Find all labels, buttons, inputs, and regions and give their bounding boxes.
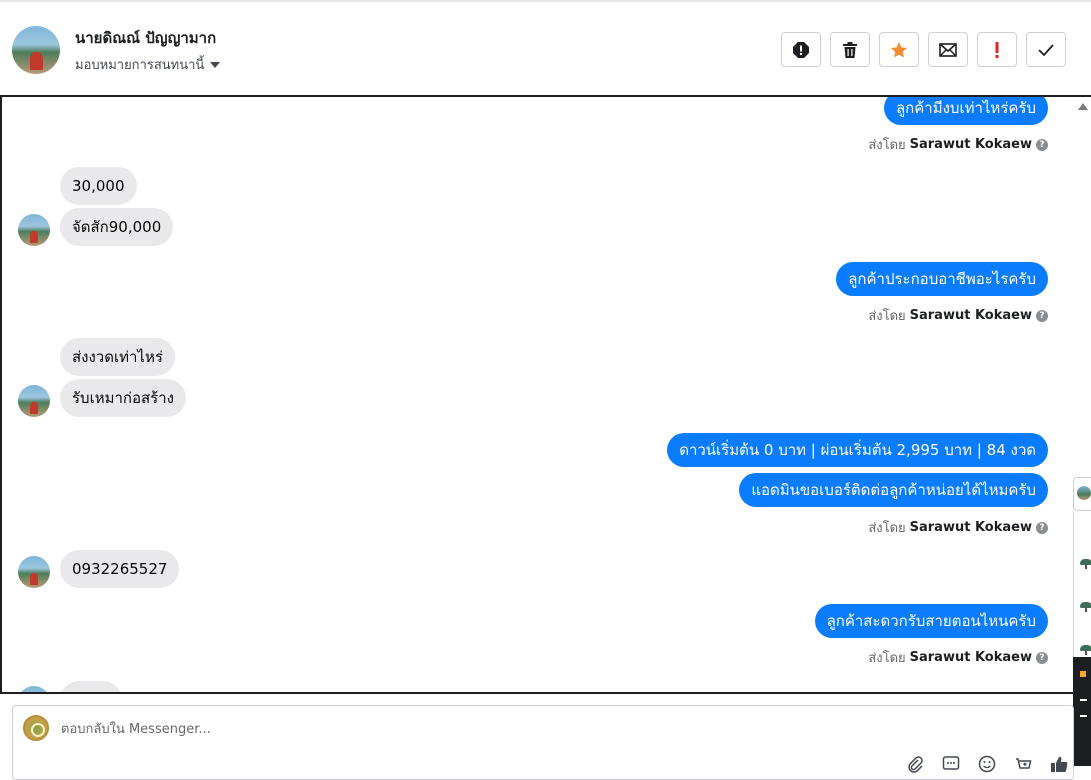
star-button[interactable] (879, 32, 919, 67)
follow-up-button[interactable] (977, 32, 1017, 67)
page-avatar (23, 715, 49, 741)
incoming-message: รับเหมาก่อสร้าง (60, 379, 186, 417)
sent-by-label: ส่งโดย Sarawut Kokaew ? (868, 305, 1048, 326)
incoming-message (60, 681, 122, 692)
scroll-up-arrow-icon[interactable] (1078, 103, 1088, 110)
outgoing-message: ลูกค้าประกอบอาชีพอะไรครับ (836, 262, 1048, 296)
envelope-icon (939, 42, 957, 57)
check-icon (1038, 43, 1054, 56)
side-dark-card[interactable] (1073, 657, 1091, 766)
like-button[interactable] (1049, 754, 1069, 774)
sent-by-label: ส่งโดย Sarawut Kokaew ? (868, 647, 1048, 668)
outgoing-message: แอดมินขอเบอร์ติดต่อลูกค้าหน่อยได้ไหมครับ (739, 473, 1048, 507)
outgoing-message: ลูกค้ามีงบเท่าไหร่ครับ (883, 97, 1048, 125)
tree-icon (1080, 645, 1091, 655)
assign-label: มอบหมายการสนทนานี้ (75, 58, 205, 73)
emoji-icon (978, 755, 996, 773)
incoming-message: 0932265527 (60, 550, 180, 588)
mark-spam-button[interactable] (781, 32, 821, 67)
reply-composer (12, 705, 1074, 780)
side-conversation-card[interactable] (1073, 477, 1091, 511)
incoming-message: 30,000 (60, 167, 137, 205)
outgoing-message: ลูกค้าสะดวกรับสายตอนไหนครับ (814, 604, 1048, 638)
customer-name[interactable]: นายดิณณ์ ปัญญามาก (75, 26, 216, 50)
notification-mark-icon (1080, 671, 1086, 677)
conversation-actions-toolbar (781, 32, 1066, 67)
conversation-header: นายดิณณ์ ปัญญามาก มอบหมายการสนทนานี้ (0, 2, 1091, 95)
composer-tools (905, 754, 1069, 774)
customer-avatar-mini (1077, 486, 1091, 500)
delete-button[interactable] (830, 32, 870, 67)
exclamation-icon (995, 41, 999, 58)
alert-circle-icon (793, 41, 809, 58)
sent-by-label: ส่งโดย Sarawut Kokaew ? (868, 134, 1048, 155)
customer-avatar-small[interactable] (18, 686, 50, 692)
add-product-button[interactable] (1013, 754, 1033, 774)
tree-icon (1080, 559, 1091, 569)
help-icon[interactable]: ? (1036, 651, 1048, 664)
outgoing-message: ดาวน์เริ่มต้น 0 บาท | ผ่อนเริ่มต้น 2,995… (667, 433, 1048, 467)
mark-unread-button[interactable] (928, 32, 968, 67)
saved-reply-button[interactable] (941, 754, 961, 774)
tree-icon (1080, 602, 1091, 612)
add-product-icon (1016, 758, 1032, 769)
customer-avatar-small[interactable] (18, 556, 50, 588)
saved-reply-icon (942, 756, 960, 770)
caret-down-icon (210, 61, 221, 68)
mark-done-button[interactable] (1026, 32, 1066, 67)
sent-by-label: ส่งโดย Sarawut Kokaew ? (868, 517, 1048, 538)
agent-name: Sarawut Kokaew (909, 520, 1032, 535)
agent-name: Sarawut Kokaew (909, 308, 1032, 323)
trash-icon (843, 41, 857, 58)
attach-button[interactable] (905, 754, 925, 774)
side-list (1073, 511, 1091, 657)
star-icon (891, 41, 907, 57)
customer-avatar-small[interactable] (18, 385, 50, 417)
help-icon[interactable]: ? (1036, 521, 1048, 534)
reply-input[interactable] (61, 718, 961, 740)
message-thread[interactable]: ลูกค้ามีงบเท่าไหร่ครับ ส่งโดย Sarawut Ko… (0, 95, 1091, 694)
customer-avatar[interactable] (12, 26, 60, 74)
customer-avatar-small[interactable] (18, 214, 50, 246)
thumbs-up-icon (1051, 756, 1068, 773)
help-icon[interactable]: ? (1036, 309, 1048, 322)
agent-name: Sarawut Kokaew (909, 137, 1032, 152)
agent-name: Sarawut Kokaew (909, 650, 1032, 665)
assign-conversation-dropdown[interactable]: มอบหมายการสนทนานี้ (75, 54, 221, 75)
help-icon[interactable]: ? (1036, 138, 1048, 151)
incoming-message: ส่งงวดเท่าไหร่ (60, 338, 175, 376)
side-panel (1071, 477, 1091, 766)
emoji-button[interactable] (977, 754, 997, 774)
paperclip-icon (908, 756, 923, 773)
incoming-message: จัดสัก90,000 (60, 208, 174, 246)
